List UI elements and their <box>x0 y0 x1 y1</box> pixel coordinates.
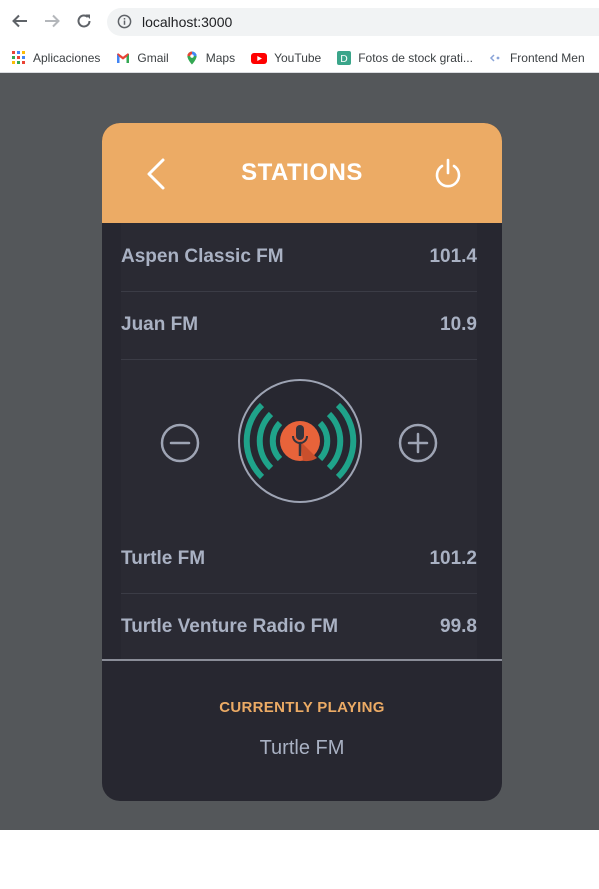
bookmark-frontend-mentor[interactable]: Frontend Men <box>489 51 585 65</box>
address-bar[interactable]: localhost:3000 <box>107 8 599 36</box>
power-icon[interactable] <box>432 157 464 191</box>
station-frequency: 101.2 <box>429 548 477 569</box>
minus-circle-icon <box>160 423 200 463</box>
radio-microphone-icon <box>238 379 362 503</box>
station-item[interactable]: Juan FM 10.9 <box>121 291 477 360</box>
forward-arrow-icon[interactable] <box>41 10 63 32</box>
volume-up-button[interactable] <box>397 422 439 469</box>
currently-playing-label: CURRENTLY PLAYING <box>219 699 385 716</box>
station-name: Turtle Venture Radio FM <box>121 616 339 637</box>
station-name: Turtle FM <box>121 548 206 569</box>
back-arrow-icon[interactable] <box>9 10 31 32</box>
browser-toolbar: localhost:3000 <box>0 0 599 44</box>
page-background: STATIONS Aspen Classic FM 101.4 Juan FM … <box>0 73 599 830</box>
site-info-icon[interactable] <box>117 14 132 34</box>
frontend-mentor-icon <box>489 51 503 65</box>
volume-down-button[interactable] <box>159 422 201 469</box>
station-item[interactable]: Aspen Classic FM 101.4 <box>121 223 477 292</box>
url-text: localhost:3000 <box>142 14 233 30</box>
currently-playing-station: Turtle FM <box>259 737 345 759</box>
station-item[interactable]: Turtle Venture Radio FM 99.8 <box>121 593 477 661</box>
bookmark-label: Fotos de stock grati... <box>358 51 473 65</box>
station-dial <box>237 378 363 509</box>
stock-photos-icon: D <box>337 51 352 65</box>
bookmark-maps[interactable]: Maps <box>185 51 235 65</box>
bookmark-label: Aplicaciones <box>33 51 101 65</box>
station-item[interactable]: Turtle FM 101.2 <box>121 525 477 594</box>
maps-icon <box>185 51 199 65</box>
station-list: Aspen Classic FM 101.4 Juan FM 10.9 Turt… <box>121 223 477 661</box>
divider <box>102 659 502 661</box>
bookmark-youtube[interactable]: YouTube <box>251 51 321 65</box>
reload-icon[interactable] <box>73 10 95 32</box>
bookmark-fotos-de-stock[interactable]: D Fotos de stock grati... <box>337 51 473 65</box>
bookmark-label: Frontend Men <box>509 51 585 65</box>
youtube-icon <box>251 51 268 65</box>
bookmark-aplicaciones[interactable]: Aplicaciones <box>12 51 100 65</box>
bookmark-label: Gmail <box>137 51 169 65</box>
radio-card: STATIONS Aspen Classic FM 101.4 Juan FM … <box>102 123 502 801</box>
apps-grid-icon <box>12 51 26 65</box>
station-frequency: 101.4 <box>429 246 477 267</box>
bookmark-label: YouTube <box>274 51 322 65</box>
station-frequency: 99.8 <box>440 616 477 637</box>
card-header: STATIONS <box>102 123 502 223</box>
bookmark-label: Maps <box>205 51 236 65</box>
station-frequency: 10.9 <box>440 314 477 335</box>
station-name: Juan FM <box>121 314 199 335</box>
station-player <box>121 359 477 525</box>
bookmark-gmail[interactable]: Gmail <box>116 51 169 65</box>
gmail-icon <box>116 51 130 65</box>
station-name: Aspen Classic FM <box>121 246 284 267</box>
svg-text:D: D <box>340 54 348 65</box>
plus-circle-icon <box>398 423 438 463</box>
bookmarks-bar: Aplicaciones Gmail Maps YouTube D Fotos … <box>0 44 599 73</box>
